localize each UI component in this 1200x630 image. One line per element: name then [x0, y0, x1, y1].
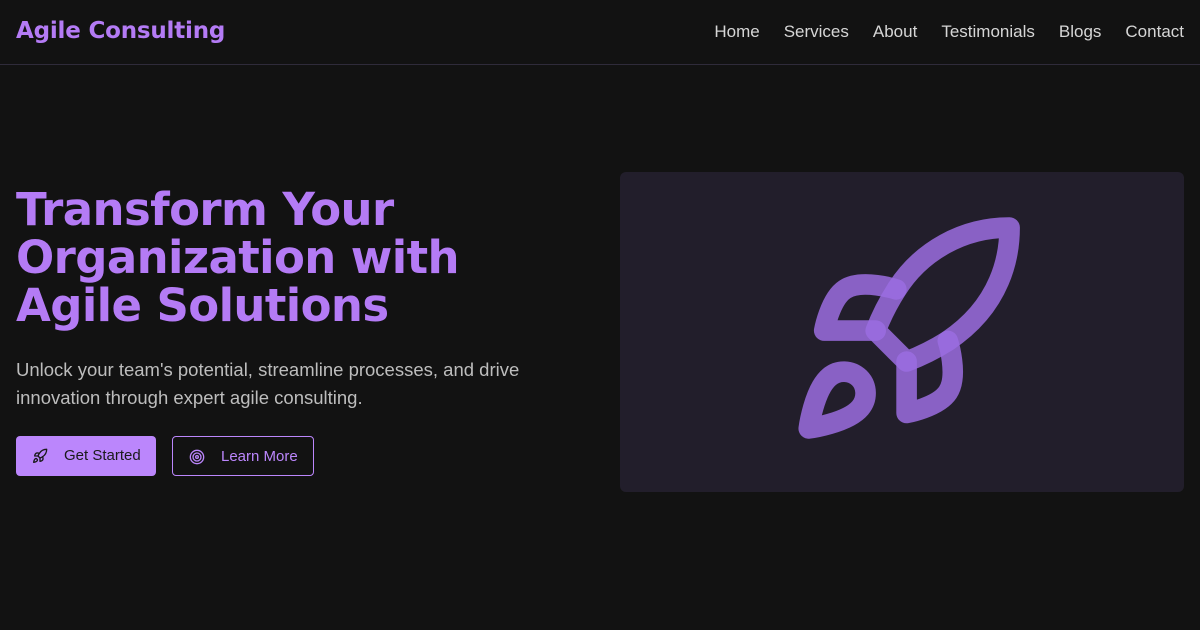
- rocket-icon: [798, 217, 1020, 439]
- learn-more-button[interactable]: Learn More: [172, 436, 314, 476]
- nav-link-home[interactable]: Home: [714, 22, 759, 42]
- nav-link-blogs[interactable]: Blogs: [1059, 22, 1102, 42]
- hero-illustration-panel: [620, 172, 1184, 492]
- nav-link-testimonials[interactable]: Testimonials: [941, 22, 1035, 42]
- hero-title: Transform Your Organization with Agile Sol…: [16, 186, 576, 330]
- site-header: Agile Consulting Home Services About Tes…: [0, 0, 1200, 65]
- nav-link-contact[interactable]: Contact: [1125, 22, 1184, 42]
- hero-title-line-3: Agile Solutions: [16, 279, 389, 332]
- nav-link-services[interactable]: Services: [784, 22, 849, 42]
- rocket-icon: [33, 448, 48, 463]
- hero-title-line-1: Transform Your: [16, 183, 394, 236]
- hero-subtitle: Unlock your team's potential, streamline…: [16, 359, 520, 408]
- target-icon: [189, 449, 205, 465]
- brand-logo[interactable]: Agile Consulting: [16, 15, 225, 47]
- nav-link-about[interactable]: About: [873, 22, 917, 42]
- get-started-label: Get Started: [64, 447, 141, 464]
- main-nav: Home Services About Testimonials Blogs C…: [714, 20, 1184, 44]
- hero-title-line-2: Organization with: [16, 231, 460, 284]
- learn-more-label: Learn More: [221, 448, 298, 465]
- get-started-button[interactable]: Get Started: [16, 436, 156, 476]
